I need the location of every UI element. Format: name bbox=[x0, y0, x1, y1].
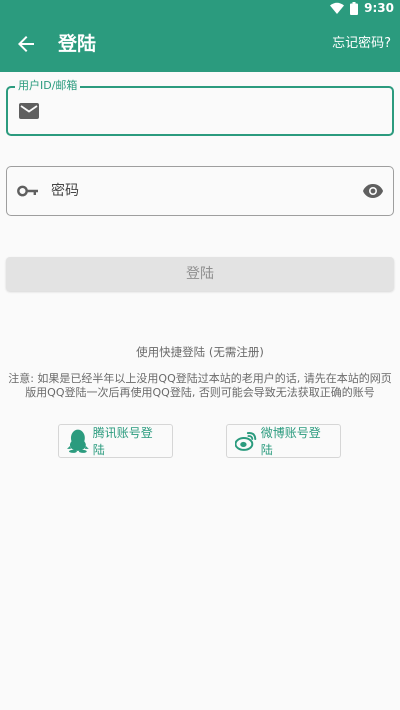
page-title: 登陆 bbox=[58, 33, 97, 55]
visibility-toggle[interactable] bbox=[361, 179, 385, 203]
key-icon bbox=[17, 180, 39, 202]
weibo-login-button[interactable]: 微博账号登陆 bbox=[226, 424, 341, 458]
status-icons: 9:30 bbox=[330, 0, 394, 16]
eye-icon bbox=[363, 184, 383, 198]
quick-login-notice: 注意: 如果是已经半年以上没用QQ登陆过本站的老用户的话, 请先在本站的网页版用… bbox=[8, 372, 392, 399]
qq-penguin-icon bbox=[67, 429, 89, 453]
forgot-password-link[interactable]: 忘记密码? bbox=[332, 16, 391, 72]
password-field[interactable] bbox=[6, 166, 394, 216]
weibo-icon bbox=[235, 431, 257, 451]
mail-icon bbox=[18, 100, 40, 122]
app-bar: 登陆 忘记密码? bbox=[0, 16, 400, 72]
status-time: 9:30 bbox=[364, 1, 394, 15]
weibo-login-label: 微博账号登陆 bbox=[260, 426, 321, 457]
login-button[interactable]: 登陆 bbox=[6, 257, 394, 291]
user-id-input[interactable] bbox=[52, 88, 352, 134]
back-button[interactable] bbox=[6, 24, 46, 64]
user-id-field[interactable]: 用户ID/邮箱 bbox=[6, 79, 394, 136]
password-input[interactable] bbox=[51, 167, 351, 215]
status-bar: 9:30 bbox=[0, 0, 400, 16]
quick-login-title: 使用快捷登陆 (无需注册) bbox=[136, 345, 264, 359]
qq-login-label: 腾讯账号登陆 bbox=[92, 426, 153, 457]
qq-login-button[interactable]: 腾讯账号登陆 bbox=[58, 424, 173, 458]
arrow-left-icon bbox=[18, 36, 34, 52]
battery-icon bbox=[350, 1, 359, 15]
wifi-icon bbox=[330, 2, 345, 14]
